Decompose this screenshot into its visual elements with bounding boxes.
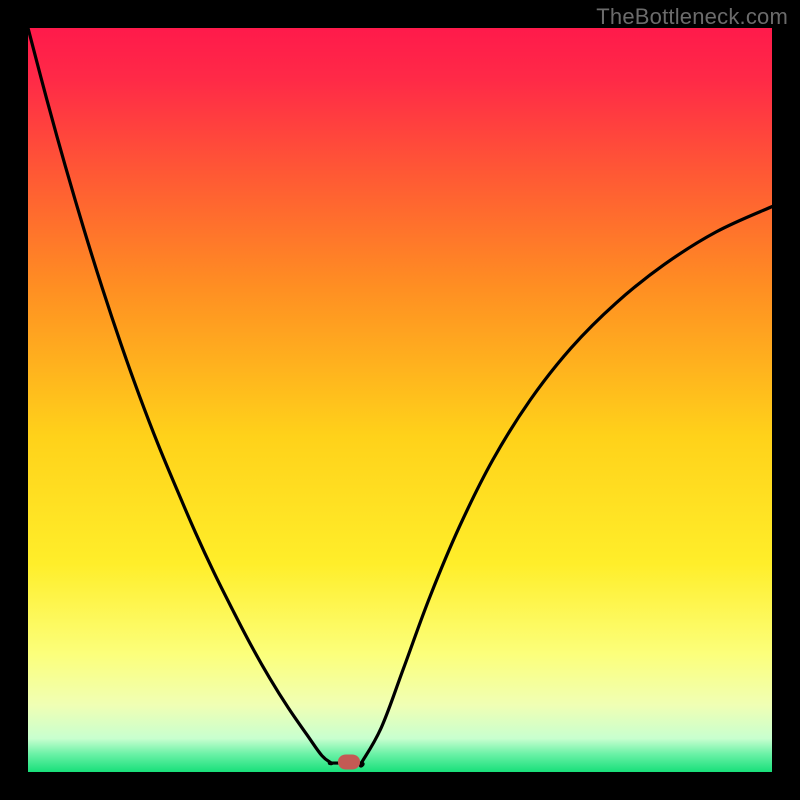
watermark-text: TheBottleneck.com [596, 4, 788, 30]
optimum-marker [338, 755, 360, 770]
outer-frame: TheBottleneck.com [0, 0, 800, 800]
chart-svg [28, 28, 772, 772]
plot-area [28, 28, 772, 772]
